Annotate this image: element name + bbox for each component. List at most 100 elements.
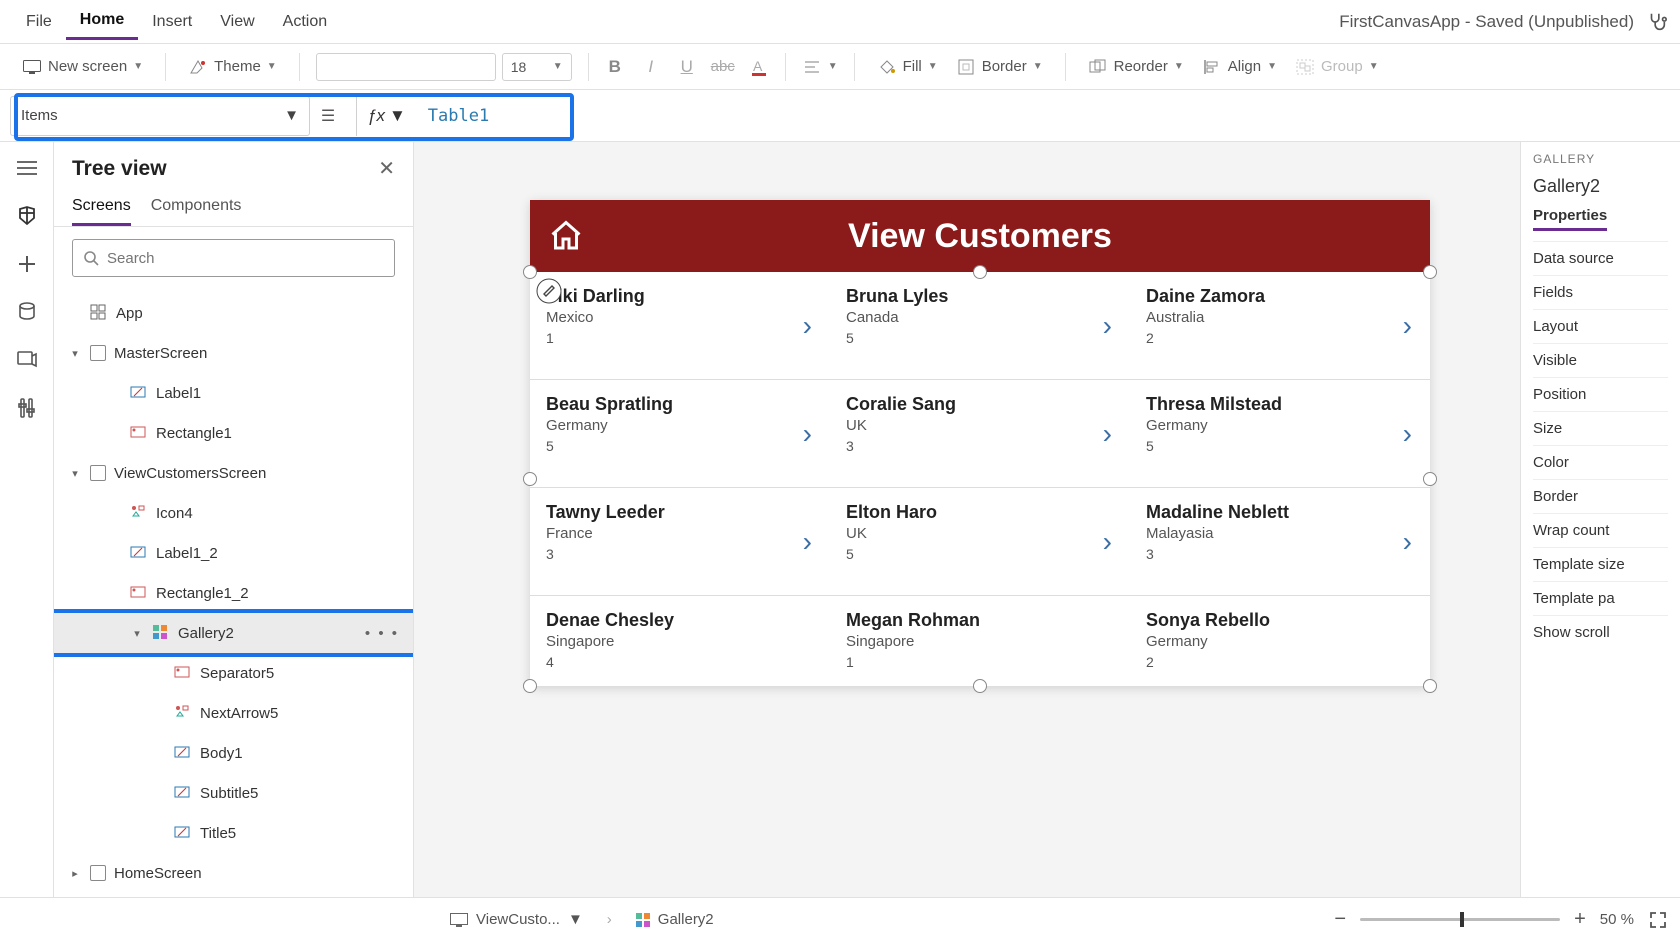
zoom-in-button[interactable]: + [1574,908,1586,931]
breadcrumb-screen[interactable]: ViewCusto... ▼ [440,907,593,932]
menu-file[interactable]: File [12,5,66,39]
menu-action[interactable]: Action [269,5,341,39]
tree-node-app[interactable]: App [54,293,413,333]
tree-node-gallery2[interactable]: ▾ Gallery2 • • • [54,613,413,653]
gallery-cell[interactable]: Thresa MilsteadGermany5› [1130,380,1430,488]
bold-icon[interactable]: B [605,57,625,77]
theme-button[interactable]: Theme ▼ [182,53,283,81]
italic-icon[interactable]: I [641,57,661,77]
property-row[interactable]: Position [1533,377,1668,411]
chevron-right-icon[interactable]: › [1403,526,1412,558]
resize-handle[interactable] [973,679,987,693]
new-screen-button[interactable]: New screen ▼ [16,53,149,81]
zoom-slider[interactable] [1360,918,1560,921]
edit-template-icon[interactable] [536,278,562,304]
property-row[interactable]: Fields [1533,275,1668,309]
data-icon[interactable] [13,298,41,326]
chevron-right-icon[interactable]: › [803,526,812,558]
menu-home[interactable]: Home [66,3,138,40]
tree-node-label1[interactable]: Label1 [54,373,413,413]
tree-node-rectangle1[interactable]: Rectangle1 [54,413,413,453]
resize-handle[interactable] [523,679,537,693]
tree-node-nextarrow5[interactable]: NextArrow5 [54,693,413,733]
property-row[interactable]: Template size [1533,547,1668,581]
chevron-right-icon[interactable]: › [803,418,812,450]
zoom-out-button[interactable]: − [1334,908,1346,931]
border-button[interactable]: Border ▼ [950,53,1049,81]
tab-components[interactable]: Components [151,189,242,226]
gallery-cell[interactable]: Coralie SangUK3› [830,380,1130,488]
tree-node-subtitle5[interactable]: Subtitle5 [54,773,413,813]
resize-handle[interactable] [1423,265,1437,279]
checkbox[interactable] [90,865,106,881]
chevron-right-icon[interactable]: › [1103,418,1112,450]
tools-icon[interactable] [13,394,41,422]
search-input[interactable] [107,250,384,267]
properties-tab[interactable]: Properties [1533,207,1607,231]
property-row[interactable]: Visible [1533,343,1668,377]
gallery-cell[interactable]: Megan RohmanSingapore1 [830,596,1130,686]
font-name-select[interactable] [316,53,496,81]
gallery-cell[interactable]: Denae ChesleySingapore4 [530,596,830,686]
tree-view-icon[interactable] [13,202,41,230]
property-row[interactable]: Data source [1533,241,1668,275]
reorder-button[interactable]: Reorder ▼ [1082,53,1190,81]
property-row[interactable]: Template pa [1533,581,1668,615]
strike-icon[interactable]: abc [713,57,733,77]
hamburger-icon[interactable] [13,154,41,182]
canvas[interactable]: View Customers Viki DarlingMexico1›Bruna… [414,142,1520,897]
tree-node-separator5[interactable]: Separator5 [54,653,413,693]
tree-node-rectangle1-2[interactable]: Rectangle1_2 [54,573,413,613]
fill-button[interactable]: Fill ▼ [871,53,944,81]
tree-search[interactable] [72,239,395,277]
tab-screens[interactable]: Screens [72,189,131,226]
property-row[interactable]: Border [1533,479,1668,513]
resize-handle[interactable] [973,265,987,279]
more-icon[interactable]: • • • [365,625,399,642]
property-row[interactable]: Layout [1533,309,1668,343]
tree-node-homescreen[interactable]: ▸ HomeScreen [54,853,413,893]
chevron-right-icon[interactable]: › [1103,310,1112,342]
font-size-select[interactable]: 18▼ [502,53,572,81]
fx-button[interactable]: ƒx ▼ [356,96,416,136]
group-button[interactable]: Group ▼ [1289,53,1385,81]
menu-insert[interactable]: Insert [138,5,206,39]
property-row[interactable]: Show scroll [1533,615,1668,649]
property-row[interactable]: Size [1533,411,1668,445]
resize-handle[interactable] [523,472,537,486]
gallery-cell[interactable]: Madaline NeblettMalayasia3› [1130,488,1430,596]
gallery-cell[interactable]: Viki DarlingMexico1› [530,272,830,380]
tree-node-icon4[interactable]: Icon4 [54,493,413,533]
underline-icon[interactable]: U [677,57,697,77]
tree-node-body1[interactable]: Body1 [54,733,413,773]
chevron-right-icon[interactable]: › [803,310,812,342]
gallery-cell[interactable]: Beau SpratlingGermany5› [530,380,830,488]
formula-input[interactable]: Table1 [416,96,1670,136]
gallery-cell[interactable]: Elton HaroUK5› [830,488,1130,596]
fit-screen-icon[interactable] [1648,910,1668,930]
align-text-icon[interactable] [802,57,822,77]
tree-node-label1-2[interactable]: Label1_2 [54,533,413,573]
resize-handle[interactable] [1423,679,1437,693]
gallery-cell[interactable]: Sonya RebelloGermany2 [1130,596,1430,686]
menu-view[interactable]: View [206,5,268,39]
gallery-cell[interactable]: Daine ZamoraAustralia2› [1130,272,1430,380]
property-row[interactable]: Wrap count [1533,513,1668,547]
tree-node-title5[interactable]: Title5 [54,813,413,853]
checkbox[interactable] [90,345,106,361]
app-checker-icon[interactable] [1646,11,1668,33]
resize-handle[interactable] [523,265,537,279]
chevron-right-icon[interactable]: › [1103,526,1112,558]
breadcrumb-control[interactable]: Gallery2 [626,907,724,932]
chevron-right-icon[interactable]: › [1403,418,1412,450]
chevron-right-icon[interactable]: › [1403,310,1412,342]
property-selector[interactable]: Items ▼ [10,96,310,136]
gallery-cell[interactable]: Bruna LylesCanada5› [830,272,1130,380]
tree-node-viewcustomersscreen[interactable]: ▾ ViewCustomersScreen [54,453,413,493]
property-row[interactable]: Color [1533,445,1668,479]
gallery-selection[interactable]: Viki DarlingMexico1›Bruna LylesCanada5›D… [530,272,1430,686]
checkbox[interactable] [90,465,106,481]
font-color-icon[interactable]: A [749,57,769,77]
gallery-cell[interactable]: Tawny LeederFrance3› [530,488,830,596]
home-icon[interactable] [548,218,584,254]
